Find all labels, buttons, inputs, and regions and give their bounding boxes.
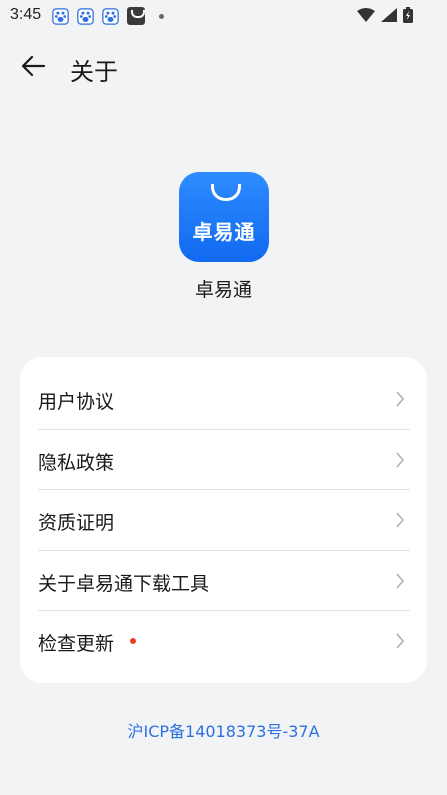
menu-item-label: 用户协议: [38, 391, 115, 413]
back-arrow-icon[interactable]: [16, 48, 52, 84]
baidu-paw-icon: [102, 7, 119, 25]
system-icons: [357, 7, 413, 23]
app-name: 卓易通: [194, 279, 252, 301]
notification-icons: [52, 7, 164, 25]
menu-item-check-update[interactable]: 检查更新: [20, 611, 427, 671]
menu-item-privacy-policy[interactable]: 隐私政策: [20, 430, 427, 490]
app-bar: 关于: [0, 40, 447, 96]
chevron-right-icon: [396, 391, 405, 407]
chevron-right-icon: [396, 452, 405, 468]
status-bar: 3:45: [0, 0, 447, 32]
menu-item-label: 关于卓易通下载工具: [38, 573, 210, 595]
wifi-icon: [357, 8, 375, 22]
menu-item-label: 检查更新: [38, 633, 115, 655]
cellular-signal-icon: [381, 8, 397, 22]
battery-icon: [403, 7, 413, 23]
app-logo: 卓易通: [179, 172, 269, 262]
icp-license-link[interactable]: 沪ICP备14018373号-37A: [0, 718, 447, 742]
baidu-paw-icon: [77, 7, 94, 25]
about-menu-card: 用户协议 隐私政策 资质证明 关于卓易通下载工具 检查更新: [20, 357, 427, 683]
menu-item-qualifications[interactable]: 资质证明: [20, 490, 427, 550]
chevron-right-icon: [396, 573, 405, 589]
menu-item-user-agreement[interactable]: 用户协议: [20, 369, 427, 429]
bag-handle-icon: [211, 184, 241, 201]
update-badge-dot: [130, 638, 136, 644]
status-time: 3:45: [10, 6, 42, 23]
more-notifications-dot: [159, 13, 164, 19]
shopping-bag-icon: [127, 7, 145, 25]
menu-item-label: 资质证明: [38, 512, 115, 534]
menu-item-about-download-tool[interactable]: 关于卓易通下载工具: [20, 551, 427, 611]
page-title: 关于: [70, 58, 118, 86]
baidu-paw-icon: [52, 7, 69, 25]
menu-item-label: 隐私政策: [38, 452, 115, 474]
chevron-right-icon: [396, 633, 405, 649]
chevron-right-icon: [396, 512, 405, 528]
logo-text: 卓易通: [192, 220, 256, 244]
